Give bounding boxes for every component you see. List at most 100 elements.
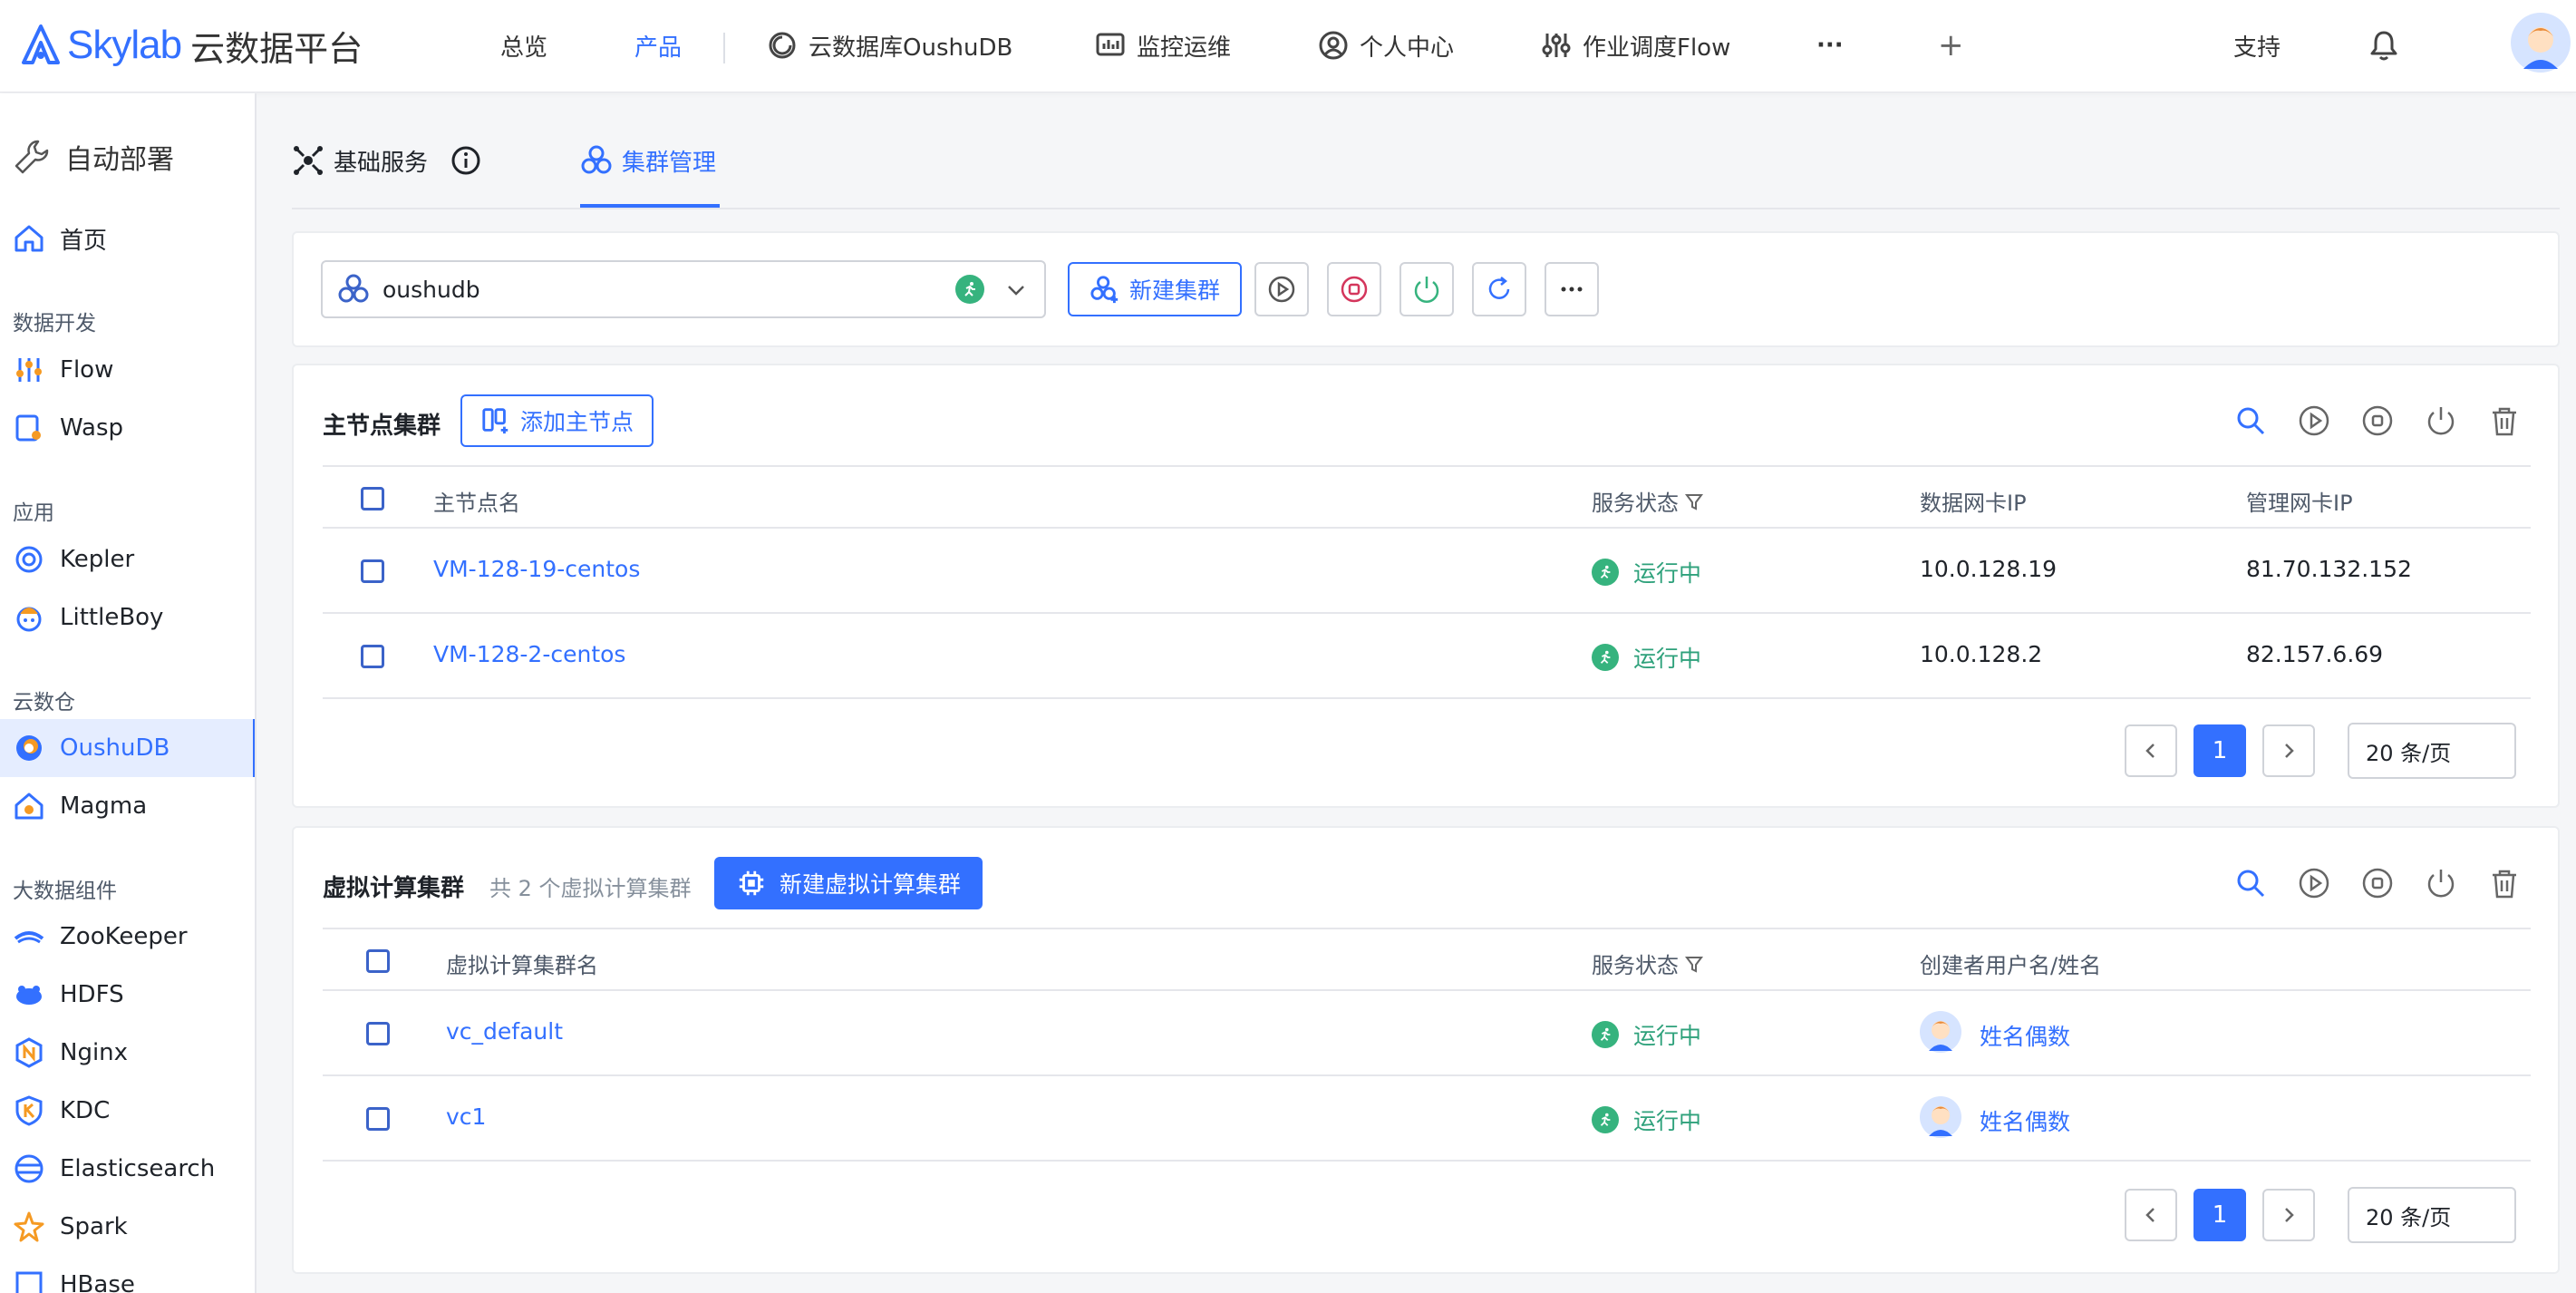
cluster-select[interactable]: oushudb: [321, 260, 1046, 318]
row-checkbox[interactable]: [366, 1022, 390, 1045]
nav-monitoring[interactable]: 监控运维: [1095, 0, 1231, 91]
filter-icon: [1685, 956, 1703, 973]
table-row: vc_default 运行中 姓名偶数: [323, 991, 2531, 1076]
node-name-link[interactable]: VM-128-2-centos: [433, 641, 625, 667]
restart-cluster-button[interactable]: [1472, 262, 1526, 316]
search-icon[interactable]: [2233, 403, 2268, 438]
sidebar-item-elasticsearch[interactable]: Elasticsearch: [0, 1140, 255, 1198]
page-size-select[interactable]: 20 条/页: [2348, 1187, 2516, 1243]
sidebar-item-label: 首页: [60, 227, 108, 255]
stop-icon[interactable]: [2360, 403, 2395, 438]
nav-oushudb[interactable]: 云数据库OushuDB: [767, 0, 1012, 91]
column-header-status[interactable]: 服务状态: [1592, 948, 1704, 979]
data-ip-cell: 10.0.128.2: [1920, 641, 2043, 667]
column-header-label: 服务状态: [1592, 491, 1679, 516]
nav-add-button[interactable]: +: [1938, 0, 1964, 91]
add-cluster-icon: [1090, 276, 1119, 304]
user-avatar[interactable]: [2511, 13, 2571, 76]
vc-name-link[interactable]: vc_default: [446, 1018, 563, 1045]
support-link[interactable]: 支持: [2233, 0, 2281, 91]
sidebar-item-hdfs[interactable]: HDFS: [0, 966, 255, 1024]
vc-name-link[interactable]: vc1: [446, 1103, 486, 1130]
sidebar-item-kdc[interactable]: KDC: [0, 1082, 255, 1140]
creator-cell[interactable]: 姓名偶数: [1920, 1096, 2070, 1138]
sidebar-item-spark[interactable]: Spark: [0, 1198, 255, 1256]
mgmt-ip-cell: 82.157.6.69: [2246, 641, 2384, 667]
chevron-left-icon: [2145, 1208, 2155, 1222]
sidebar-item-nginx[interactable]: Nginx: [0, 1024, 255, 1082]
node-name-link[interactable]: VM-128-19-centos: [433, 556, 640, 582]
sidebar-item-flow[interactable]: Flow: [0, 341, 255, 399]
add-master-button[interactable]: 添加主节点: [460, 394, 654, 447]
prev-page-button[interactable]: [2125, 1189, 2177, 1241]
logo[interactable]: Skylab 云数据平台: [18, 20, 363, 71]
sidebar-item-oushudb[interactable]: OushuDB: [0, 719, 255, 777]
select-all-checkbox[interactable]: [366, 949, 390, 973]
sidebar-item-hbase[interactable]: HBase: [0, 1256, 255, 1293]
sidebar-item-zookeeper[interactable]: ZooKeeper: [0, 908, 255, 966]
current-page-button[interactable]: 1: [2193, 1189, 2246, 1241]
running-status-icon: [1592, 1106, 1619, 1133]
current-page-button[interactable]: 1: [2193, 724, 2246, 777]
tab-label: 基础服务: [334, 150, 429, 177]
row-checkbox[interactable]: [361, 559, 384, 583]
select-all-checkbox[interactable]: [361, 487, 384, 510]
sidebar-item-home[interactable]: 首页: [0, 209, 255, 267]
prev-page-button[interactable]: [2125, 724, 2177, 777]
chevron-right-icon: [2285, 744, 2294, 758]
column-header: 管理网卡IP: [2246, 491, 2353, 516]
notification-button[interactable]: [2368, 0, 2400, 91]
table-row: VM-128-19-centos 运行中 10.0.128.19 81.70.1…: [323, 529, 2531, 614]
chevron-down-icon: [1008, 286, 1024, 296]
stop-cluster-button[interactable]: [1327, 262, 1381, 316]
add-master-label: 添加主节点: [520, 409, 634, 435]
sidebar-item-label: Flow: [60, 356, 114, 384]
more-actions-button[interactable]: [1545, 262, 1599, 316]
chevron-left-icon: [2145, 744, 2155, 758]
nav-more-button[interactable]: ···: [1816, 0, 1844, 91]
tab-bar: 基础服务 集群管理: [292, 93, 2560, 209]
tab-label: 集群管理: [622, 150, 717, 177]
creator-cell[interactable]: 姓名偶数: [1920, 1011, 2070, 1053]
power-icon: [1414, 277, 1439, 303]
sidebar: 自动部署 首页 数据开发 Flow Wasp 应用 Kepler LittleB…: [0, 93, 257, 1293]
sidebar-item-littleboy[interactable]: LittleBoy: [0, 588, 255, 646]
nav-personal-center[interactable]: 个人中心: [1318, 0, 1454, 91]
column-header-status[interactable]: 服务状态: [1592, 485, 1704, 517]
cluster-icon: [581, 145, 612, 174]
new-cluster-button[interactable]: 新建集群: [1068, 262, 1243, 316]
zookeeper-icon: [14, 931, 44, 944]
status-cell: 运行中: [1592, 1018, 1701, 1051]
sidebar-title: 自动部署: [13, 137, 174, 177]
sidebar-item-kepler[interactable]: Kepler: [0, 530, 255, 588]
stop-icon[interactable]: [2360, 866, 2395, 900]
sidebar-item-label: HBase: [60, 1271, 135, 1293]
magma-icon: [15, 792, 44, 820]
play-icon[interactable]: [2297, 403, 2331, 438]
trash-icon[interactable]: [2487, 866, 2522, 900]
next-page-button[interactable]: [2262, 724, 2315, 777]
row-checkbox[interactable]: [361, 645, 384, 668]
page-size-select[interactable]: 20 条/页: [2348, 723, 2516, 779]
row-checkbox[interactable]: [366, 1107, 390, 1131]
chevron-right-icon: [2285, 1208, 2294, 1222]
nav-flow[interactable]: 作业调度Flow: [1541, 0, 1730, 91]
tab-basic-services[interactable]: 基础服务: [292, 144, 491, 208]
trash-icon[interactable]: [2487, 403, 2522, 438]
info-icon[interactable]: [450, 144, 482, 177]
power-icon[interactable]: [2424, 866, 2458, 900]
power-cluster-button[interactable]: [1399, 262, 1454, 316]
sidebar-item-magma[interactable]: Magma: [0, 777, 255, 835]
nav-overview[interactable]: 总览: [500, 0, 547, 91]
new-vc-button[interactable]: 新建虚拟计算集群: [714, 857, 983, 909]
start-cluster-button[interactable]: [1254, 262, 1309, 316]
next-page-button[interactable]: [2262, 1189, 2315, 1241]
search-icon[interactable]: [2233, 866, 2268, 900]
power-icon[interactable]: [2424, 403, 2458, 438]
tab-cluster-management[interactable]: 集群管理: [580, 144, 721, 208]
sidebar-item-wasp[interactable]: Wasp: [0, 399, 255, 457]
nav-products[interactable]: 产品: [634, 0, 682, 91]
logo-subtitle: 云数据平台: [190, 28, 363, 69]
play-icon[interactable]: [2297, 866, 2331, 900]
running-status-icon: [1592, 1021, 1619, 1048]
